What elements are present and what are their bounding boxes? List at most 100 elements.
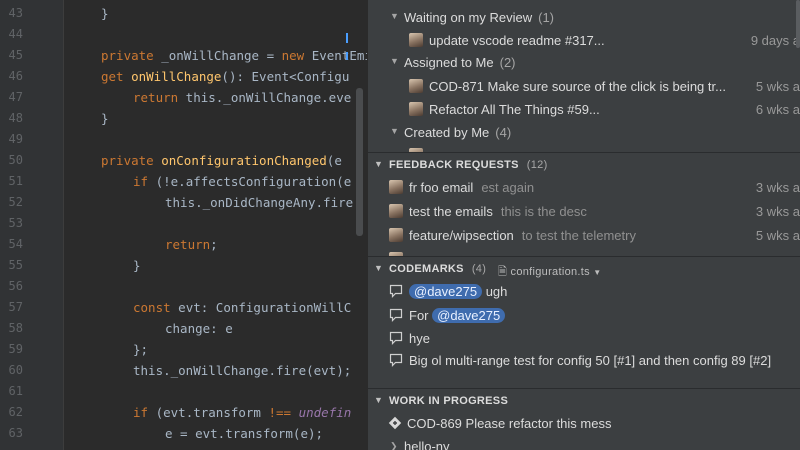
chevron-down-icon: ▼ <box>390 56 399 66</box>
code-line: if (evt.transform !== undefin <box>133 405 352 420</box>
code-line: change: e <box>165 321 233 336</box>
wip-item[interactable]: ❯ hello-ny <box>368 436 800 450</box>
feedback-title: feature/wipsection <box>409 228 514 243</box>
line-number: 55 <box>8 258 23 272</box>
file-name: configuration.ts <box>510 266 590 278</box>
feedback-description: est again <box>481 180 535 195</box>
feedback-description: to test the telemetry <box>521 228 636 243</box>
codemark-text: hye <box>409 331 430 346</box>
section-title: FEEDBACK REQUESTS <box>389 159 519 171</box>
code-line: const evt: ConfigurationWillC <box>133 300 352 315</box>
feedback-age: 3 wks a <box>755 180 800 195</box>
line-number: 60 <box>8 363 23 377</box>
section-work-in-progress[interactable]: ▼ WORK IN PROGRESS <box>368 388 800 412</box>
line-number: 57 <box>8 300 23 314</box>
codemark-text: Big ol multi-range test for config 50 [#… <box>409 353 772 368</box>
codemark-text: ugh <box>482 284 508 299</box>
chevron-right-icon: ❯ <box>390 441 398 450</box>
editor-scrollbar[interactable] <box>356 88 363 236</box>
codemark-text: For <box>409 308 433 323</box>
user-mention[interactable]: @dave275 <box>432 308 506 323</box>
wip-title: hello-ny <box>404 439 450 450</box>
pull-request-item[interactable]: update vscode readme #317... 9 days a <box>368 30 800 51</box>
chevron-down-icon: ▼ <box>374 395 384 405</box>
codemark-item[interactable]: hye <box>368 328 800 349</box>
feedback-description: this is the desc <box>500 204 587 219</box>
group-count: (2) <box>499 55 516 70</box>
line-number: 59 <box>8 342 23 356</box>
group-created-by-me[interactable]: ▼ Created by Me (4) <box>368 122 800 143</box>
pull-request-item-clipped[interactable] <box>368 145 800 152</box>
user-mention[interactable]: @dave275 <box>409 284 483 299</box>
codemarks-file-filter[interactable]: 🗎 configuration.ts ▼ <box>498 263 602 282</box>
line-number: 44 <box>8 27 23 41</box>
line-number: 48 <box>8 111 23 125</box>
diamond-issue-icon <box>388 416 402 430</box>
pull-request-age: 5 wks a <box>755 79 800 94</box>
line-number: 47 <box>8 90 23 104</box>
chevron-down-icon: ▼ <box>374 159 384 169</box>
comment-icon <box>389 353 403 367</box>
codemark-item[interactable]: @dave275 ugh <box>368 281 800 302</box>
chevron-down-icon: ▼ <box>390 11 399 21</box>
section-count: (4) <box>471 263 487 275</box>
code-line: }; <box>133 342 149 357</box>
feedback-age: 5 wks a <box>755 228 800 243</box>
line-number: 62 <box>8 405 23 419</box>
code-line: } <box>133 258 141 273</box>
group-assigned-to-me[interactable]: ▼ Assigned to Me (2) <box>368 52 800 73</box>
group-label: Waiting on my Review <box>404 10 533 25</box>
code-line: return; <box>165 237 218 252</box>
section-codemarks[interactable]: ▼ CODEMARKS (4) 🗎 configuration.ts ▼ <box>368 256 800 280</box>
panel-scrollbar[interactable] <box>796 0 800 48</box>
line-number: 53 <box>8 216 23 230</box>
code-line: return this._onWillChange.eve <box>133 90 352 105</box>
comment-icon <box>389 331 403 345</box>
codemark-item[interactable]: For @dave275 <box>368 305 800 326</box>
feedback-request-item[interactable]: fr foo email est again 3 wks a <box>368 177 800 198</box>
group-waiting-on-review[interactable]: ▼ Waiting on my Review (1) <box>368 7 800 28</box>
pull-request-age: 9 days a <box>750 33 800 48</box>
section-title: CODEMARKS <box>389 263 464 275</box>
line-number-gutter: 43 44 45 46 47 48 49 50 51 52 53 54 55 5… <box>0 0 64 450</box>
code-line: this._onDidChangeAny.fire <box>165 195 354 210</box>
line-number: 52 <box>8 195 23 209</box>
line-number: 63 <box>8 426 23 440</box>
avatar <box>389 180 403 194</box>
code-editor[interactable]: } private _onWillChange = new EventEmitte… <box>65 0 367 450</box>
chevron-down-icon: ▼ <box>593 268 602 277</box>
section-feedback-requests[interactable]: ▼ FEEDBACK REQUESTS (12) <box>368 152 800 176</box>
comment-icon <box>389 284 403 298</box>
editor-caret <box>346 52 348 60</box>
code-line: } <box>101 111 109 126</box>
wip-title: COD-869 Please refactor this mess <box>407 416 612 431</box>
pull-request-title: COD-871 Make sure source of the click is… <box>429 79 726 94</box>
feedback-request-item[interactable]: feature/wipsection to test the telemetry … <box>368 225 800 246</box>
chevron-down-icon: ▼ <box>390 126 399 136</box>
line-number: 56 <box>8 279 23 293</box>
feedback-title: test the emails <box>409 204 493 219</box>
feedback-age: 3 wks a <box>755 204 800 219</box>
feedback-request-item-clipped[interactable] <box>368 249 800 256</box>
group-count: (4) <box>495 125 512 140</box>
code-line: if (!e.affectsConfiguration(e <box>133 174 352 189</box>
line-number: 43 <box>8 6 23 20</box>
group-label: Assigned to Me <box>404 55 494 70</box>
code-line: private _onWillChange = new EventEmitter… <box>101 48 367 63</box>
code-line: } <box>101 6 109 21</box>
comment-icon <box>389 308 403 322</box>
pull-request-title: Refactor All The Things #59... <box>429 102 600 117</box>
feedback-title: fr foo email <box>409 180 474 195</box>
code-line: e = evt.transform(e); <box>165 426 324 441</box>
pull-request-item[interactable]: Refactor All The Things #59... 6 wks a <box>368 99 800 120</box>
avatar <box>389 228 403 242</box>
code-line: get onWillChange(): Event<Configu <box>101 69 350 84</box>
feedback-request-item[interactable]: test the emails this is the desc 3 wks a <box>368 201 800 222</box>
section-count: (12) <box>526 159 548 171</box>
codemark-item[interactable]: Big ol multi-range test for config 50 [#… <box>368 350 800 371</box>
pull-request-item[interactable]: COD-871 Make sure source of the click is… <box>368 76 800 97</box>
pull-request-title: update vscode readme #317... <box>429 33 605 48</box>
wip-item[interactable]: COD-869 Please refactor this mess <box>368 413 800 434</box>
avatar <box>409 102 423 116</box>
avatar <box>409 79 423 93</box>
